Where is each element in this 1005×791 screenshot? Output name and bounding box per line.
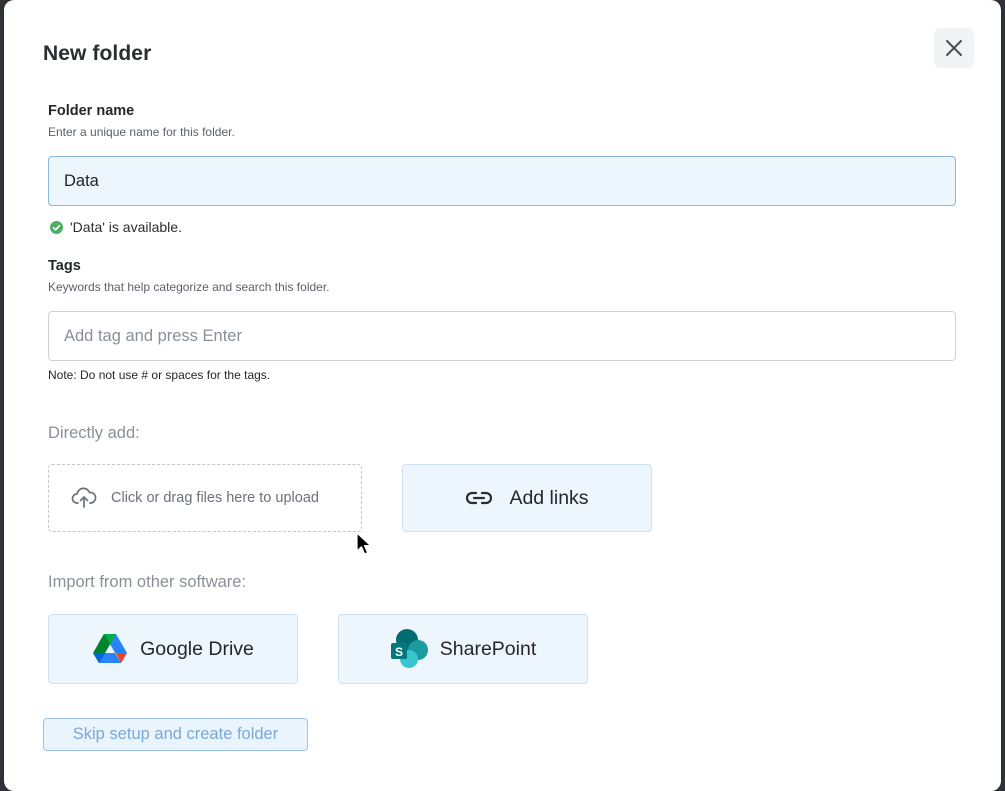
google-drive-button[interactable]: Google Drive (48, 614, 298, 684)
folder-name-help: Enter a unique name for this folder. (48, 125, 235, 139)
svg-text:S: S (395, 645, 403, 659)
skip-setup-button[interactable]: Skip setup and create folder (43, 718, 308, 751)
folder-name-input[interactable]: Data (48, 156, 956, 206)
file-upload-dropzone[interactable]: Click or drag files here to upload (48, 464, 362, 532)
tags-input[interactable]: Add tag and press Enter (48, 311, 956, 361)
directly-add-label: Directly add: (48, 424, 140, 442)
folder-name-value: Data (64, 171, 99, 190)
tags-help: Keywords that help categorize and search… (48, 280, 330, 294)
mouse-cursor-icon (356, 532, 372, 555)
close-icon (946, 40, 962, 56)
google-drive-icon (93, 634, 128, 663)
add-links-button[interactable]: Add links (402, 464, 652, 532)
availability-text: 'Data' is available. (70, 219, 182, 235)
google-drive-label: Google Drive (140, 637, 254, 660)
skip-setup-label: Skip setup and create folder (72, 725, 279, 743)
upload-text: Click or drag files here to upload (111, 490, 319, 506)
folder-name-label: Folder name (48, 103, 135, 119)
tags-label: Tags (48, 258, 81, 274)
availability-status: 'Data' is available. (50, 219, 182, 235)
new-folder-dialog: New folder Folder name Enter a unique na… (4, 0, 1001, 791)
link-icon (466, 491, 493, 505)
sharepoint-label: SharePoint (439, 637, 537, 660)
check-circle-icon (50, 220, 63, 234)
add-links-label: Add links (509, 486, 589, 509)
dialog-title: New folder (43, 42, 152, 65)
cloud-upload-icon (71, 487, 97, 508)
sharepoint-icon: S (390, 629, 428, 668)
close-button[interactable] (934, 28, 974, 68)
sharepoint-button[interactable]: S SharePoint (338, 614, 588, 684)
import-label: Import from other software: (48, 573, 247, 591)
tags-note: Note: Do not use # or spaces for the tag… (48, 368, 271, 382)
tags-placeholder: Add tag and press Enter (64, 326, 242, 345)
